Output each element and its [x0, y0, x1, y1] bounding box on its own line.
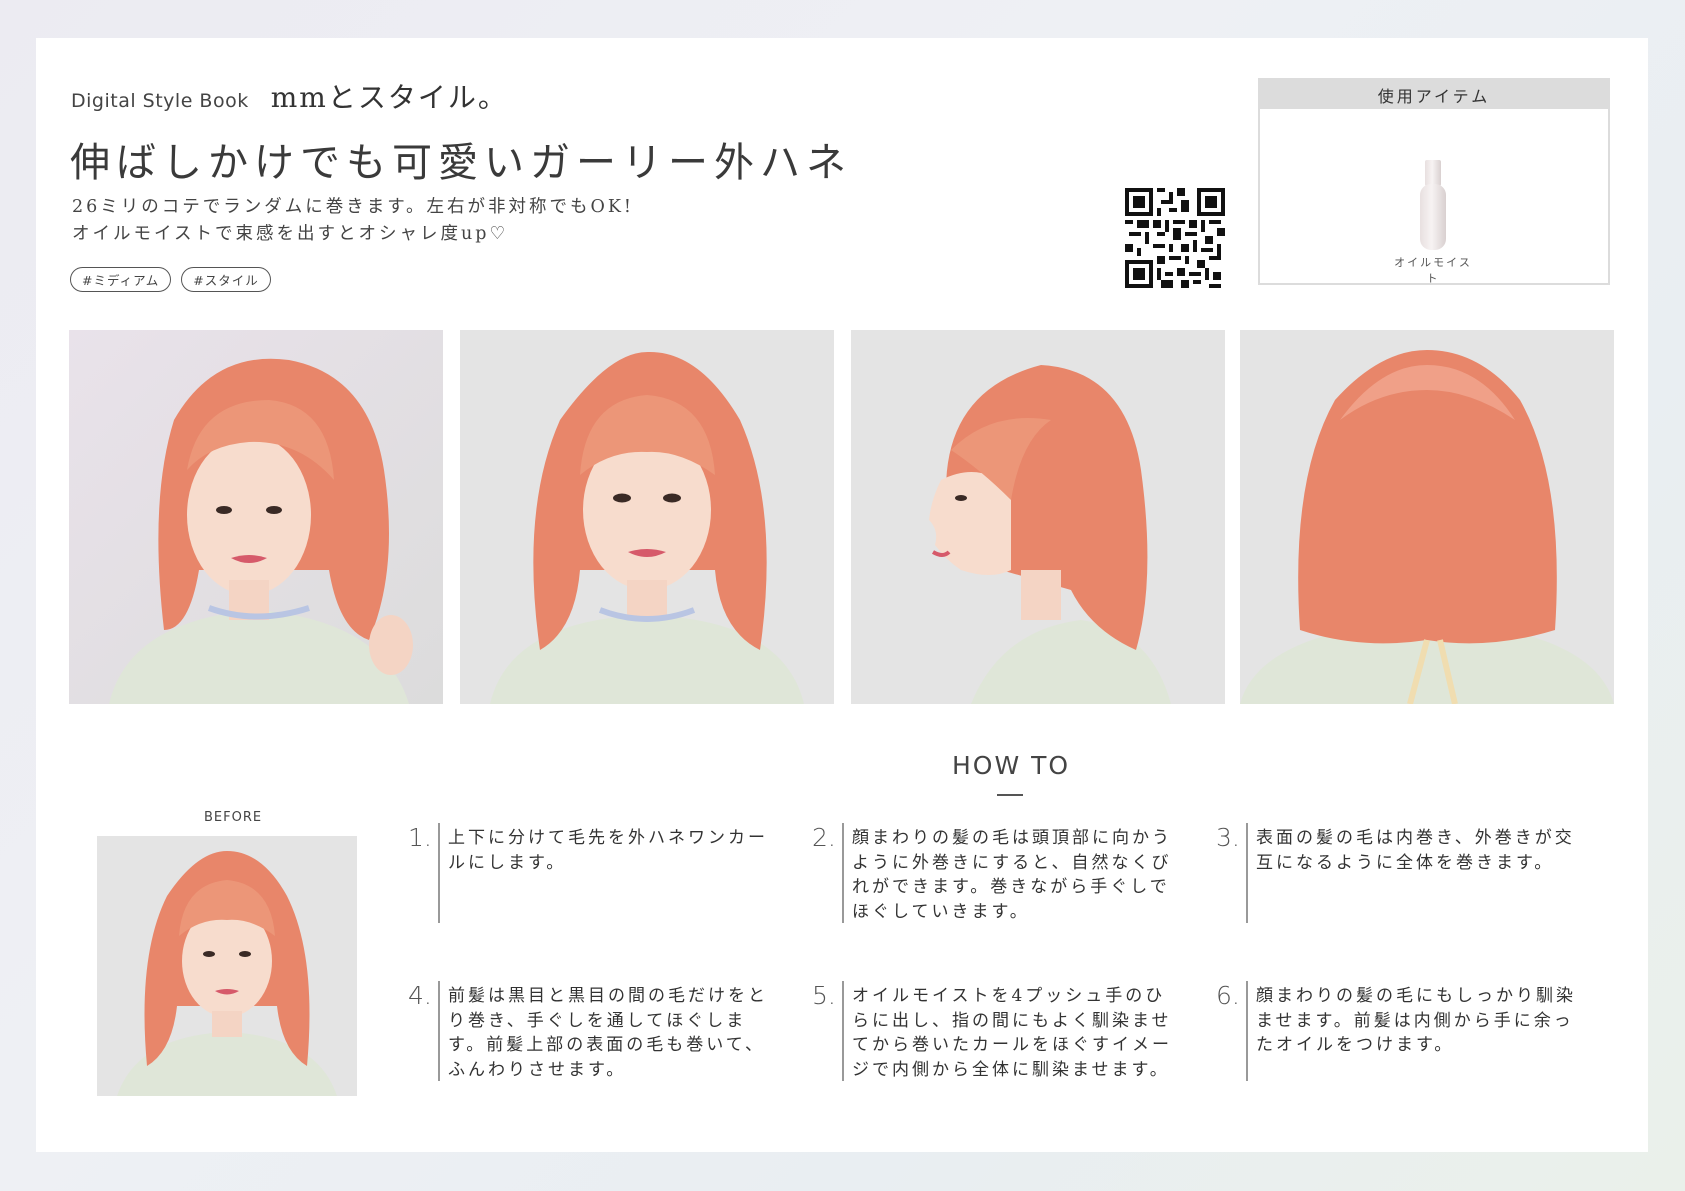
model-image [460, 330, 834, 704]
step-number: 4. [408, 981, 432, 1010]
page-title: 伸ばしかけでも可愛いガーリー外ハネ [70, 140, 852, 186]
style-photo-back[interactable] [1240, 330, 1614, 704]
model-image [1240, 330, 1614, 704]
step-text: 顔まわりの髪の毛は頭頂部に向かうように外巻きにすると、自然なくびれができます。巻… [852, 828, 1172, 922]
howto-step-6: 6. 顔まわりの髪の毛にもしっかり馴染ませます。前髪は内側から手に余ったオイルを… [1216, 981, 1586, 1081]
step-text: 上下に分けて毛先を外ハネワンカールにします。 [448, 828, 768, 873]
used-items-heading: 使用アイテム [1260, 80, 1608, 109]
used-items-panel: 使用アイテム オイルモイスト [1258, 78, 1610, 285]
step-number: 1. [408, 823, 432, 852]
style-card: Digital Style Book mmとスタイル。 伸ばしかけでも可愛いガー… [36, 38, 1648, 1152]
tag-style[interactable]: #スタイル [181, 267, 271, 292]
model-image [851, 330, 1225, 704]
step-text: 表面の髪の毛は内巻き、外巻きが交互になるように全体を巻きます。 [1256, 828, 1575, 873]
howto-step-4: 4. 前髪は黒目と黒目の間の毛だけをとり巻き、手ぐしを通してほぐします。前髪上部… [408, 981, 778, 1081]
description-line: 26ミリのコテでランダムに巻きます。左右が非対称でもOK! [72, 197, 634, 217]
style-description: 26ミリのコテでランダムに巻きます。左右が非対称でもOK! オイルモイストで束感… [72, 194, 634, 248]
howto-divider [997, 794, 1023, 796]
style-photo-side[interactable] [851, 330, 1225, 704]
step-number: 5. [812, 981, 836, 1010]
qr-code-icon[interactable] [1125, 188, 1225, 288]
step-number: 3. [1216, 823, 1240, 852]
step-text: オイルモイストを4プッシュ手のひらに出し、指の間にもよく馴染ませてから巻いたカー… [852, 986, 1172, 1080]
howto-step-3: 3. 表面の髪の毛は内巻き、外巻きが交互になるように全体を巻きます。 [1216, 823, 1586, 923]
model-image [69, 330, 443, 704]
howto-step-5: 5. オイルモイストを4プッシュ手のひらに出し、指の間にもよく馴染ませてから巻い… [812, 981, 1182, 1081]
style-photo-front[interactable] [460, 330, 834, 704]
tag-list: #ミディアム #スタイル [70, 267, 271, 292]
step-text: 顔まわりの髪の毛にもしっかり馴染ませます。前髪は内側から手に余ったオイルをつけま… [1256, 986, 1576, 1055]
bottle-icon [1420, 160, 1446, 250]
step-divider [842, 823, 844, 923]
product-oil-moist[interactable]: オイルモイスト [1388, 160, 1478, 286]
brand-jp: mmとスタイル。 [270, 81, 508, 114]
howto-title: HOW TO [952, 751, 1071, 780]
step-divider [438, 823, 440, 923]
howto-step-2: 2. 顔まわりの髪の毛は頭頂部に向かうように外巻きにすると、自然なくびれができま… [812, 823, 1182, 923]
step-number: 6. [1216, 981, 1240, 1010]
step-number: 2. [812, 823, 836, 852]
step-divider [842, 981, 844, 1081]
step-divider [1246, 823, 1248, 923]
howto-step-1: 1. 上下に分けて毛先を外ハネワンカールにします。 [408, 823, 778, 923]
description-line: オイルモイストで束感を出すとオシャレ度up♡ [72, 224, 509, 244]
before-photo[interactable] [97, 836, 357, 1096]
tag-medium[interactable]: #ミディアム [70, 267, 172, 292]
step-text: 前髪は黒目と黒目の間の毛だけをとり巻き、手ぐしを通してほぐします。前髪上部の表面… [448, 986, 768, 1080]
product-label: オイルモイスト [1394, 256, 1472, 285]
brand: Digital Style Book mmとスタイル。 [71, 76, 508, 116]
brand-en: Digital Style Book [71, 90, 249, 112]
model-image [97, 836, 357, 1096]
before-label: BEFORE [204, 810, 263, 825]
step-divider [1246, 981, 1248, 1081]
style-photo-front-angle[interactable] [69, 330, 443, 704]
step-divider [438, 981, 440, 1081]
